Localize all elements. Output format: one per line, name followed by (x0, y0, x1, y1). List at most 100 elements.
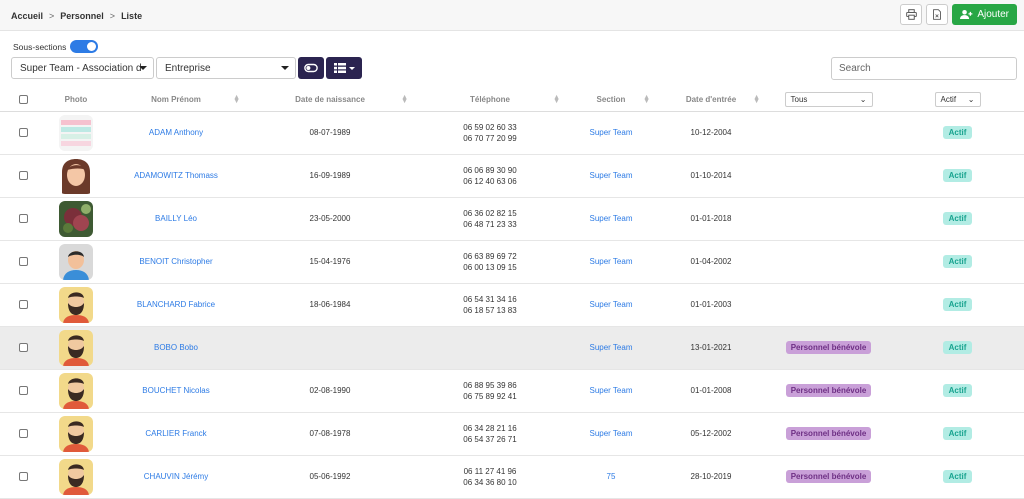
col-phone[interactable]: Téléphone ▲ ▼ (414, 89, 566, 112)
bearded-avatar[interactable] (59, 329, 93, 366)
status-badge: Actif (942, 126, 973, 139)
section-cell: Super Team (566, 369, 656, 413)
row-checkbox[interactable] (18, 429, 28, 439)
bearded-avatar[interactable] (59, 286, 93, 323)
photo-cell (46, 369, 106, 413)
section-link[interactable]: Super Team (590, 128, 633, 137)
status-badge: Actif (942, 169, 973, 182)
col-section[interactable]: Section ▲ ▼ (566, 89, 656, 112)
birth-date: 16-09-1989 (309, 171, 351, 180)
select-all-cell (0, 89, 46, 112)
table-row[interactable]: BOBO Bobo Super Team 13-01-2021 Personne… (0, 326, 1024, 370)
col-photo-label: Photo (64, 95, 88, 105)
row-checkbox[interactable] (18, 343, 28, 353)
phone-cell: 06 59 02 60 33 06 70 77 20 99 (414, 111, 566, 155)
status-badge: Actif (942, 384, 973, 397)
row-checkbox[interactable] (18, 214, 28, 224)
select-all-checkbox[interactable] (18, 95, 28, 105)
category-filter-select[interactable]: Tous ⌄ (784, 92, 873, 108)
photo-cell (46, 412, 106, 456)
person-name-link[interactable]: BOUCHET Nicolas (142, 386, 209, 395)
phone-cell (414, 326, 566, 370)
name-cell: BLANCHARD Fabrice (106, 283, 246, 327)
section-link[interactable]: Super Team (590, 214, 633, 223)
table-header-row: Photo Nom Prénom ▲ ▼ Date de naissance ▲ ▼ T… (0, 89, 1024, 112)
table-row[interactable]: BOUCHET Nicolas 02-08-1990 06 88 95 39 8… (0, 369, 1024, 413)
print-button[interactable] (900, 4, 923, 25)
col-name[interactable]: Nom Prénom ▲ ▼ (106, 89, 246, 112)
export-excel-button[interactable] (926, 4, 949, 25)
status-badge: Actif (942, 255, 973, 268)
person-name-link[interactable]: ADAMOWITZ Thomass (134, 171, 218, 180)
subsections-toggle[interactable] (70, 40, 99, 53)
section-select[interactable]: Super Team - Association d (11, 57, 154, 79)
section-cell: Super Team (566, 326, 656, 370)
add-button[interactable]: Ajouter (952, 4, 1017, 25)
row-checkbox[interactable] (18, 472, 28, 482)
woman-avatar[interactable] (59, 157, 93, 194)
table-row[interactable]: BAILLY Léo 23-05-2000 06 36 02 82 15 06 4… (0, 197, 1024, 241)
section-cell: Super Team (566, 197, 656, 241)
table-row[interactable]: ADAMOWITZ Thomass 16-09-1989 06 06 89 30… (0, 154, 1024, 198)
person-name-link[interactable]: BAILLY Léo (155, 214, 197, 223)
birth-cell: 23-05-2000 (246, 197, 414, 241)
entry-date: 05-12-2002 (690, 429, 732, 438)
bearded-avatar[interactable] (59, 372, 93, 409)
breadcrumb-personnel[interactable]: Personnel (60, 11, 104, 21)
section-link[interactable]: Super Team (590, 300, 633, 309)
entry-cell: 01-01-2018 (656, 197, 766, 241)
birth-cell: 07-08-1978 (246, 412, 414, 456)
row-select-cell (0, 111, 46, 155)
birth-cell (246, 326, 414, 370)
row-checkbox[interactable] (18, 257, 28, 267)
table-row[interactable]: CARLIER Franck 07-08-1978 06 34 28 21 16… (0, 412, 1024, 456)
birth-date: 05-06-1992 (309, 472, 351, 481)
breadcrumb-separator: > (49, 11, 55, 21)
col-entry[interactable]: Date d'entrée ▲ ▼ (656, 89, 766, 112)
section-link[interactable]: 75 (607, 472, 616, 481)
row-checkbox[interactable] (18, 171, 28, 181)
status-cell: Actif (891, 197, 1024, 241)
section-link[interactable]: Super Team (590, 386, 633, 395)
user-plus-icon (960, 9, 973, 20)
name-cell: BENOIT Christopher (106, 240, 246, 284)
phone-cell: 06 11 27 41 96 06 34 36 80 10 (414, 455, 566, 499)
view-toggle-button[interactable] (298, 57, 324, 79)
person-name-link[interactable]: BENOIT Christopher (139, 257, 212, 266)
photo[interactable] (59, 200, 93, 237)
bearded-avatar[interactable] (59, 415, 93, 452)
bearded-avatar[interactable] (59, 458, 93, 495)
company-select[interactable]: Entreprise (156, 57, 296, 79)
birth-date: 15-04-1976 (309, 257, 351, 266)
col-birth[interactable]: Date de naissance ▲ ▼ (246, 89, 414, 112)
table-row[interactable]: BLANCHARD Fabrice 18-06-1984 06 54 31 34… (0, 283, 1024, 327)
search-input[interactable] (831, 57, 1017, 80)
list-view-button[interactable] (326, 57, 362, 79)
person-name-link[interactable]: CARLIER Franck (145, 429, 206, 438)
entry-date: 28-10-2019 (690, 472, 732, 481)
status-filter-select[interactable]: Actif ⌄ (934, 92, 981, 108)
section-link[interactable]: Super Team (590, 343, 633, 352)
section-link[interactable]: Super Team (590, 429, 633, 438)
section-link[interactable]: Super Team (590, 171, 633, 180)
person-name-link[interactable]: BLANCHARD Fabrice (137, 300, 215, 309)
row-checkbox[interactable] (18, 300, 28, 310)
sort-icon: ▲ ▼ (553, 94, 560, 105)
man-avatar[interactable] (59, 243, 93, 280)
section-link[interactable]: Super Team (590, 257, 633, 266)
person-name-link[interactable]: BOBO Bobo (154, 343, 198, 352)
phone-secondary: 06 54 37 26 71 (463, 434, 517, 444)
table-row[interactable]: CHAUVIN Jérémy 05-06-1992 06 11 27 41 96… (0, 455, 1024, 499)
person-name-link[interactable]: ADAM Anthony (149, 128, 203, 137)
person-name-link[interactable]: CHAUVIN Jérémy (144, 472, 208, 481)
swatch-image[interactable] (59, 114, 93, 151)
name-cell: ADAM Anthony (106, 111, 246, 155)
phone-secondary: 06 70 77 20 99 (463, 133, 517, 143)
breadcrumb-home[interactable]: Accueil (11, 11, 43, 21)
table-row[interactable]: BENOIT Christopher 15-04-1976 06 63 89 6… (0, 240, 1024, 284)
row-checkbox[interactable] (18, 128, 28, 138)
row-checkbox[interactable] (18, 386, 28, 396)
section-cell: Super Team (566, 111, 656, 155)
table-row[interactable]: ADAM Anthony 08-07-1989 06 59 02 60 33 06… (0, 111, 1024, 155)
birth-date: 02-08-1990 (309, 386, 351, 395)
